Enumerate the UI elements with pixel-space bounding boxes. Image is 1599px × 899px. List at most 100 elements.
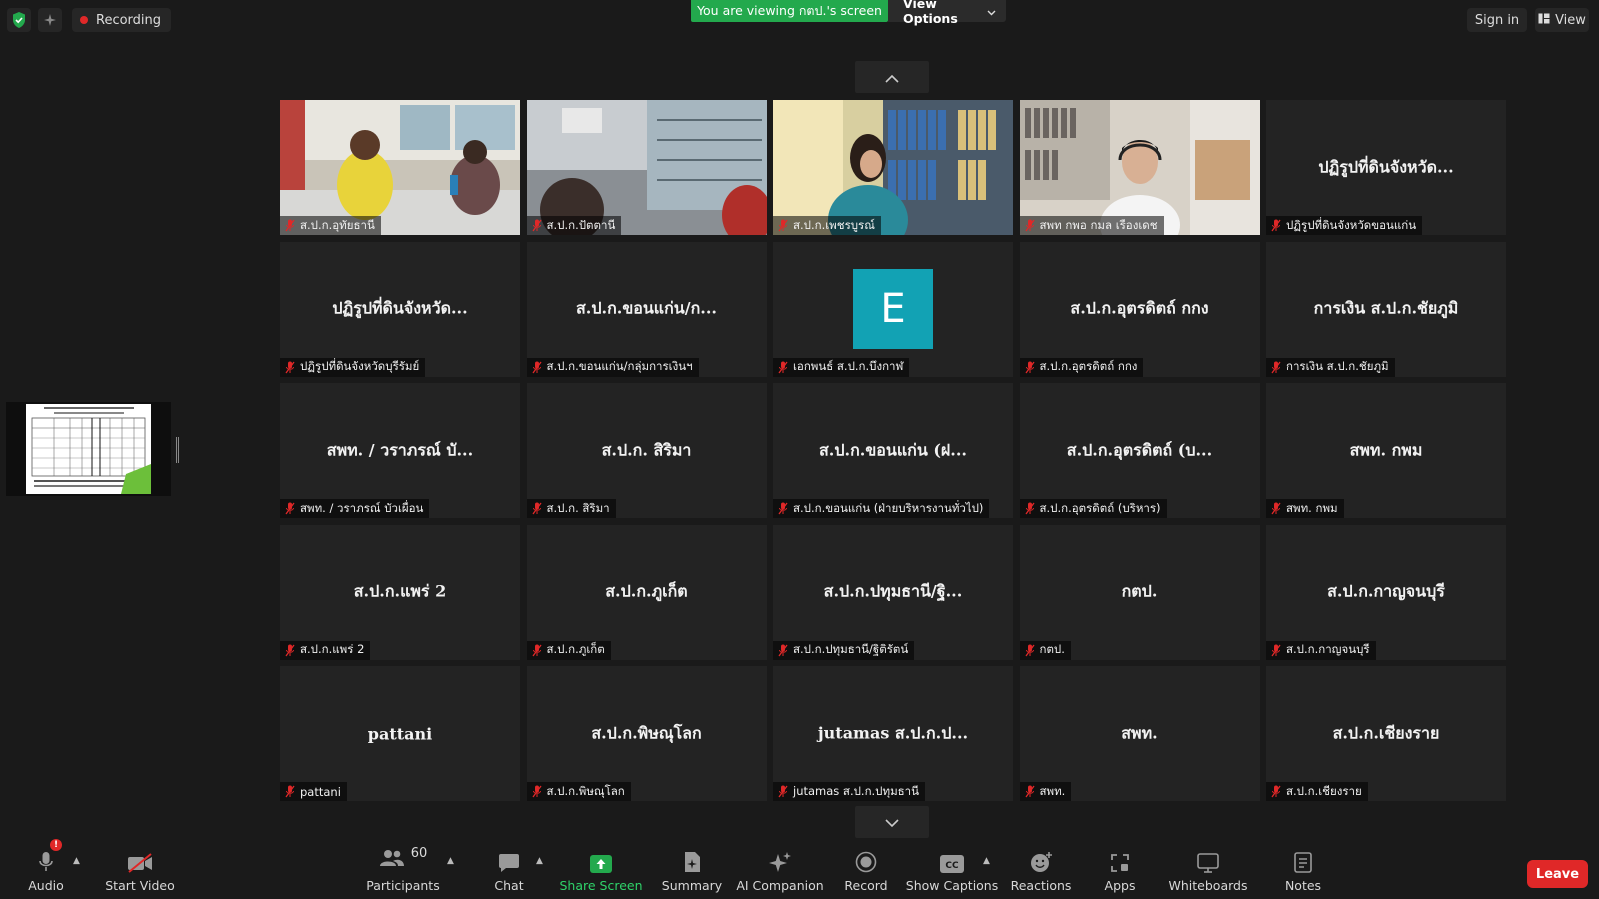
security-shield-icon[interactable] <box>7 8 31 32</box>
participant-name: เอกพนธ์ ส.ป.ก.บึงกาฬ <box>793 359 904 373</box>
audio-options-caret-icon[interactable]: ▲ <box>73 856 80 866</box>
participant-tile[interactable]: สพท. / วราภรณ์ บั... สพท. / วราภรณ์ บัวเ… <box>280 383 520 518</box>
participant-display-name: jutamas ส.ป.ก.ป... <box>817 723 969 742</box>
participant-tile[interactable]: ส.ป.ก. สิริมา ส.ป.ก. สิริมา <box>526 383 767 518</box>
participant-tile[interactable]: การเงิน ส.ป.ก.ชัยภูมิ การเงิน ส.ป.ก.ชัยภ… <box>1266 241 1506 377</box>
ai-companion-button[interactable]: AI Companion <box>736 843 824 899</box>
participant-name-label: สพท. / วราภรณ์ บัวเผื่อน <box>280 499 430 518</box>
participant-display-name: ส.ป.ก.แพร่ 2 <box>353 581 447 601</box>
participant-tile[interactable]: ส.ป.ก.แพร่ 2 ส.ป.ก.แพร่ 2 <box>280 524 520 660</box>
summary-button[interactable]: Summary <box>662 843 722 899</box>
microphone-icon: ! <box>38 839 62 873</box>
share-screen-label: Share Screen <box>559 878 643 893</box>
page-down-button[interactable] <box>855 806 929 838</box>
participant-tile[interactable]: ปฏิรูปที่ดินจังหวัด... ปฏิรูปที่ดินจังหว… <box>1266 100 1506 235</box>
whiteboard-icon <box>1197 843 1219 873</box>
mic-muted-icon <box>1024 785 1035 798</box>
notes-button[interactable]: Notes <box>1285 843 1321 899</box>
mic-muted-icon <box>778 644 788 656</box>
participant-display-name: ส.ป.ก.ภูเก็ต <box>605 581 688 601</box>
participant-display-name: ส.ป.ก.อุตรดิตถ์ (บ... <box>1066 440 1213 459</box>
mic-muted-icon <box>1024 361 1035 373</box>
participant-name: สพท. <box>1039 783 1066 798</box>
mic-muted-icon <box>1271 785 1281 798</box>
participant-tile[interactable]: E เอกพนธ์ ส.ป.ก.บึงกาฬ <box>773 241 1013 377</box>
share-screen-button[interactable]: Share Screen <box>559 843 643 899</box>
participant-name-label: ส.ป.ก.อุตรดิตถ์ (บริหาร) <box>1019 499 1167 518</box>
whiteboards-button[interactable]: Whiteboards <box>1169 843 1247 899</box>
view-label: View <box>1555 12 1586 28</box>
panel-resize-handle[interactable] <box>176 437 179 463</box>
mic-muted-icon <box>285 361 295 373</box>
show-captions-button[interactable]: CC Show Captions <box>906 843 998 899</box>
participant-name: ปฏิรูปที่ดินจังหวัดบุรีรัมย์ <box>300 359 420 373</box>
recording-indicator[interactable]: Recording <box>72 8 172 32</box>
participant-tile[interactable]: ส.ป.ก.อุตรดิตถ์ (บ... ส.ป.ก.อุตรดิตถ์ (บ… <box>1019 383 1260 518</box>
start-video-button[interactable]: Start Video <box>105 843 175 899</box>
leave-button[interactable]: Leave <box>1527 860 1588 888</box>
participant-name-label: ส.ป.ก.อุตรดิตถ์ กกง <box>1019 357 1144 377</box>
chat-options-caret-icon[interactable]: ▲ <box>536 856 543 866</box>
participant-tile[interactable]: ส.ป.ก.อุทัยธานี <box>280 100 520 235</box>
participants-options-caret-icon[interactable]: ▲ <box>447 856 454 866</box>
ai-sparkle-icon[interactable] <box>38 8 62 32</box>
participant-tile[interactable]: สพท. สพท. <box>1019 666 1260 801</box>
participant-name-label: ปฏิรูปที่ดินจังหวัดขอนแก่น <box>1266 216 1423 235</box>
participants-button[interactable]: 60 Participants <box>365 843 441 899</box>
notes-label: Notes <box>1284 878 1322 893</box>
participant-tile[interactable]: pattani pattani <box>280 666 520 801</box>
participant-name: ส.ป.ก. สิริมา <box>546 500 610 515</box>
participant-tile[interactable]: ส.ป.ก.กาญจนบุรี ส.ป.ก.กาญจนบุรี <box>1266 524 1506 660</box>
participant-name: สพท. กพม <box>1286 500 1338 515</box>
participant-video <box>526 100 767 235</box>
chat-button[interactable]: Chat <box>492 843 526 899</box>
participant-name-label: ส.ป.ก.พิษณุโลก <box>526 782 631 801</box>
participant-tile[interactable]: สพท กพอ กมล เรืองเดช <box>1019 100 1260 235</box>
view-options-button[interactable]: View Options <box>888 0 1006 26</box>
participant-display-name: pattani <box>367 724 433 743</box>
participant-name-label: ส.ป.ก.ขอนแก่น (ฝ่ายบริหารงานทั่วไป) <box>773 499 990 518</box>
participant-tile[interactable]: ส.ป.ก.ปทุมธานี/ฐิ... ส.ป.ก.ปทุมธานี/ฐิติ… <box>773 524 1013 660</box>
participant-video <box>1019 100 1260 235</box>
participant-tile[interactable]: ส.ป.ก.ขอนแก่น (ฝ... ส.ป.ก.ขอนแก่น (ฝ่ายบ… <box>773 383 1013 518</box>
participant-tile[interactable]: ส.ป.ก.ภูเก็ต ส.ป.ก.ภูเก็ต <box>526 524 767 660</box>
participant-tile[interactable]: สพท. กพม สพท. กพม <box>1266 383 1506 518</box>
summary-document-icon <box>682 843 702 873</box>
participant-tile[interactable]: ส.ป.ก.ปัตตานี <box>526 100 767 235</box>
start-video-label: Start Video <box>105 878 175 893</box>
reactions-button[interactable]: Reactions <box>1011 843 1071 899</box>
participant-tile[interactable]: ส.ป.ก.อุตรดิตถ์ กกง ส.ป.ก.อุตรดิตถ์ กกง <box>1019 241 1260 377</box>
participant-name-label: ส.ป.ก.อุทัยธานี <box>280 216 381 235</box>
sign-in-button[interactable]: Sign in <box>1467 8 1527 32</box>
participant-display-name: การเงิน ส.ป.ก.ชัยภูมิ <box>1313 298 1459 318</box>
participant-video <box>280 100 520 235</box>
shared-screen-thumbnail[interactable] <box>6 402 171 496</box>
apps-button[interactable]: Apps <box>1102 843 1138 899</box>
video-off-icon <box>127 843 153 873</box>
participant-name: สพท. / วราภรณ์ บัวเผื่อน <box>300 500 424 515</box>
view-layout-button[interactable]: View <box>1535 8 1589 32</box>
participant-tile[interactable]: ส.ป.ก.ขอนแก่น/ก... ส.ป.ก.ขอนแก่น/กลุ่มกา… <box>526 241 767 377</box>
participant-tile[interactable]: jutamas ส.ป.ก.ป... jutamas ส.ป.ก.ปทุมธาน… <box>773 666 1013 801</box>
meeting-window: Recording You are viewing กตป.'s screen … <box>0 0 1599 899</box>
mic-muted-icon <box>778 361 788 373</box>
participant-name-label: สพท กพอ กมล เรืองเดช <box>1019 216 1164 235</box>
svg-text:CC: CC <box>945 861 959 871</box>
page-up-button[interactable] <box>855 61 929 93</box>
record-button[interactable]: Record <box>842 843 890 899</box>
chevron-down-icon <box>885 813 899 832</box>
participant-tile[interactable]: ส.ป.ก.พิษณุโลก ส.ป.ก.พิษณุโลก <box>526 666 767 801</box>
participant-display-name: ส.ป.ก.ขอนแก่น/ก... <box>576 298 717 318</box>
mic-muted-icon <box>778 219 788 232</box>
chat-bubble-icon <box>498 843 520 873</box>
participant-display-name: สพท. <box>1121 723 1158 742</box>
audio-button[interactable]: ! Audio <box>25 839 67 899</box>
participant-tile[interactable]: กตป. กตป. <box>1019 524 1260 660</box>
participant-name: ส.ป.ก.แพร่ 2 <box>300 642 365 656</box>
participant-display-name: ส.ป.ก. สิริมา <box>601 440 692 459</box>
participant-tile[interactable]: ส.ป.ก.เพชรบูรณ์ <box>773 100 1013 235</box>
captions-options-caret-icon[interactable]: ▲ <box>983 856 990 866</box>
participant-tile[interactable]: ส.ป.ก.เชียงราย ส.ป.ก.เชียงราย <box>1266 666 1506 801</box>
participant-display-name: ส.ป.ก.กาญจนบุรี <box>1327 581 1445 601</box>
participant-tile[interactable]: ปฏิรูปที่ดินจังหวัด... ปฏิรูปที่ดินจังหว… <box>280 241 520 377</box>
